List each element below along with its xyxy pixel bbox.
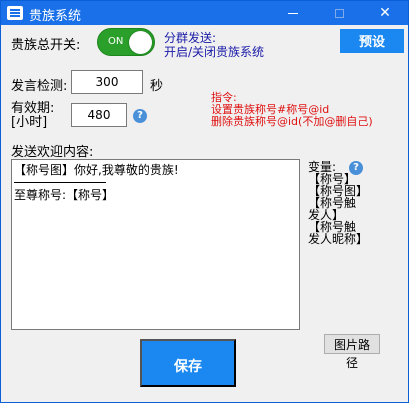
validity-label-line2: [小时]	[11, 115, 48, 130]
variables-help-icon[interactable]: ?	[349, 161, 363, 175]
minimize-icon	[288, 12, 298, 14]
validity-label: 有效期: [小时]	[11, 102, 54, 130]
commands-block: 指令: 设置贵族称号#称号@id 删除贵族称号@id(不加@删自己)	[211, 92, 373, 128]
help-icon[interactable]: ?	[133, 109, 147, 123]
validity-input[interactable]: 480	[71, 103, 127, 127]
image-path-button[interactable]: 图片路径	[324, 334, 380, 370]
app-icon	[7, 6, 23, 20]
welcome-textarea[interactable]: 【称号图】你好,我尊敬的贵族! 至尊称号:【称号】	[11, 159, 300, 330]
speak-check-input[interactable]: 300	[71, 70, 143, 94]
group-send-hint-line1: 分群发送:	[164, 31, 217, 45]
toggle-on-text: ON	[108, 36, 124, 47]
welcome-line1: 【称号图】你好,我尊敬的贵族!	[14, 163, 179, 177]
preset-button[interactable]: 预设	[340, 29, 404, 53]
main-switch-label: 贵族总开关:	[11, 38, 81, 53]
window-title: 贵族系统	[29, 9, 82, 24]
maximize-icon	[334, 8, 344, 18]
title-bar: 贵族系统 ✕	[1, 1, 408, 25]
close-icon: ✕	[379, 5, 391, 21]
group-send-hint: 分群发送: 开启/关闭贵族系统	[164, 31, 264, 59]
toggle-knob	[129, 31, 152, 54]
variable-item: 【称号触发人昵称】	[308, 220, 369, 246]
app-window: 贵族系统 ✕ 贵族总开关: ON 分群发送: 开启/关闭贵族系统 预设 发言检测…	[0, 0, 409, 403]
welcome-divider	[14, 182, 106, 183]
close-button[interactable]: ✕	[362, 1, 408, 25]
commands-line2: 删除贵族称号@id(不加@删自己)	[211, 115, 373, 128]
speak-check-unit: 秒	[150, 79, 164, 94]
validity-label-line1: 有效期:	[11, 101, 55, 116]
welcome-label: 发送欢迎内容:	[11, 145, 94, 160]
minimize-button[interactable]	[270, 1, 316, 25]
welcome-line2: 至尊称号:【称号】	[14, 188, 115, 202]
maximize-button[interactable]	[316, 1, 362, 25]
variable-item: 【称号触发人】	[308, 196, 357, 222]
save-button[interactable]: 保存	[140, 339, 236, 387]
speak-check-label: 发言检测:	[11, 79, 68, 94]
group-send-hint-line2: 开启/关闭贵族系统	[164, 45, 265, 59]
main-switch-toggle[interactable]: ON	[97, 28, 155, 56]
